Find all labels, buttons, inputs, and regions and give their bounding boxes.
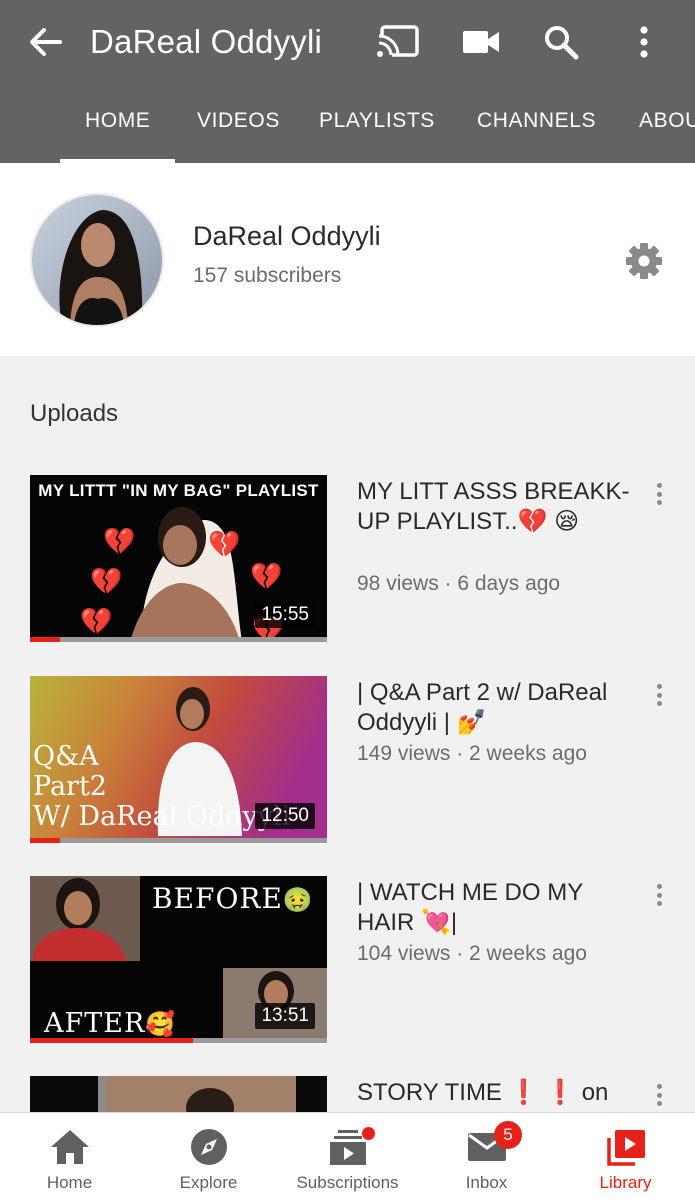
video-duration: 15:55	[255, 602, 315, 628]
video-more-button[interactable]	[646, 680, 672, 710]
video-duration: 13:51	[255, 1003, 315, 1029]
upload-video-button[interactable]	[457, 18, 505, 66]
svg-text:💔: 💔	[90, 566, 123, 596]
video-thumbnail[interactable]: Q&A Part2 W/ DaReal Oddyyli 12:50	[30, 676, 327, 843]
svg-text:💔: 💔	[250, 561, 283, 591]
video-title[interactable]: STORY TIME ❗ ❗ on	[357, 1078, 647, 1108]
overflow-menu-button[interactable]	[620, 18, 668, 66]
video-thumbnail[interactable]: BEFORE🤢 AFTER🥰 13:51	[30, 876, 327, 1043]
video-title[interactable]: | Q&A Part 2 w/ DaReal Oddyyli | 💅	[357, 678, 637, 738]
nav-explore[interactable]: Explore	[139, 1113, 278, 1200]
channel-tabs: HOME VIDEOS PLAYLISTS CHANNELS ABOU	[0, 88, 695, 163]
video-title[interactable]: MY LITT ASSS BREAKK-UP PLAYLIST..💔 😪	[357, 477, 637, 537]
back-button[interactable]	[22, 20, 68, 64]
nav-inbox-label: Inbox	[465, 1173, 508, 1192]
more-vertical-icon	[640, 26, 648, 58]
video-item[interactable]: BEFORE🤢 AFTER🥰 13:51 | WATCH ME DO MY HA…	[0, 876, 695, 1046]
back-arrow-icon	[30, 28, 62, 56]
inbox-badge: 5	[494, 1121, 522, 1149]
compass-icon	[190, 1129, 227, 1165]
more-vertical-icon	[656, 684, 662, 706]
smiling-hearts-emoji-icon: 🥰	[145, 1010, 177, 1038]
more-vertical-icon	[656, 884, 662, 906]
tab-about[interactable]: ABOU	[639, 88, 695, 163]
nav-library-label: Library	[599, 1173, 652, 1192]
watch-progress-bar	[30, 1038, 327, 1043]
bottom-navigation: Home Explore Subscriptions 5 Inbox Libra…	[0, 1112, 695, 1200]
app-header: DaReal Oddyyli HOME VIDEOS PLAYLISTS CHA…	[0, 0, 695, 163]
search-button[interactable]	[537, 18, 585, 66]
thumbnail-caption: AFTER	[44, 1008, 146, 1039]
video-more-button[interactable]	[646, 1080, 672, 1110]
thumbnail-caption: MY LITTT "IN MY BAG" PLAYLIST	[38, 481, 319, 500]
video-thumbnail[interactable]	[30, 1076, 327, 1116]
video-duration: 12:50	[255, 803, 315, 829]
channel-settings-button[interactable]	[620, 237, 668, 285]
nav-subscriptions-label: Subscriptions	[296, 1173, 399, 1192]
nav-explore-label: Explore	[179, 1173, 238, 1192]
video-camera-icon	[463, 31, 499, 53]
tab-home[interactable]: HOME	[59, 88, 176, 163]
new-content-dot	[362, 1127, 375, 1140]
thumbnail-caption: BEFORE	[152, 882, 283, 915]
tab-videos[interactable]: VIDEOS	[197, 88, 280, 163]
watch-progress-bar	[30, 637, 327, 642]
video-item[interactable]: Q&A Part2 W/ DaReal Oddyyli 12:50 | Q&A …	[0, 676, 695, 846]
video-item[interactable]: 💔 💔 💔 💔 💔 💔 MY LITTT "IN MY BAG" PLAYLIS…	[0, 475, 695, 645]
channel-name: DaReal Oddyyli	[193, 221, 381, 251]
tab-playlists[interactable]: PLAYLISTS	[319, 88, 435, 163]
video-meta: 98 views · 6 days ago	[357, 572, 561, 595]
nauseated-emoji-icon: 🤢	[282, 886, 314, 914]
svg-text:💔: 💔	[80, 606, 113, 636]
library-icon	[606, 1130, 645, 1166]
nav-home[interactable]: Home	[0, 1113, 139, 1200]
channel-avatar[interactable]	[30, 193, 164, 327]
cast-icon	[376, 25, 419, 60]
nav-subscriptions[interactable]: Subscriptions	[278, 1113, 417, 1200]
tab-channels[interactable]: CHANNELS	[477, 88, 596, 163]
cast-button[interactable]	[374, 18, 422, 66]
gear-icon	[626, 243, 662, 279]
thumbnail-caption: W/ DaReal Oddyyli	[33, 801, 291, 832]
video-more-button[interactable]	[646, 880, 672, 910]
nav-home-label: Home	[46, 1173, 93, 1192]
video-meta: 149 views · 2 weeks ago	[357, 742, 587, 765]
subscriber-count: 157 subscribers	[193, 264, 342, 287]
channel-info: DaReal Oddyyli 157 subscribers	[0, 163, 695, 356]
nav-inbox[interactable]: 5 Inbox	[417, 1113, 556, 1200]
video-thumbnail[interactable]: 💔 💔 💔 💔 💔 💔 MY LITTT "IN MY BAG" PLAYLIS…	[30, 475, 327, 642]
search-icon	[545, 26, 579, 60]
svg-text:💔: 💔	[208, 529, 241, 559]
header-title: DaReal Oddyyli	[90, 23, 323, 60]
uploads-heading: Uploads	[30, 400, 119, 427]
watch-progress-bar	[30, 838, 327, 843]
video-title[interactable]: | WATCH ME DO MY HAIR 💘|	[357, 878, 637, 938]
nav-library[interactable]: Library	[556, 1113, 695, 1200]
more-vertical-icon	[656, 1084, 662, 1106]
more-vertical-icon	[656, 483, 662, 505]
svg-text:💔: 💔	[103, 526, 136, 556]
video-meta: 104 views · 2 weeks ago	[357, 942, 587, 965]
thumbnail-caption: Part2	[33, 771, 107, 802]
thumbnail-caption: Q&A	[33, 741, 99, 772]
video-more-button[interactable]	[646, 479, 672, 509]
home-icon	[50, 1130, 89, 1164]
